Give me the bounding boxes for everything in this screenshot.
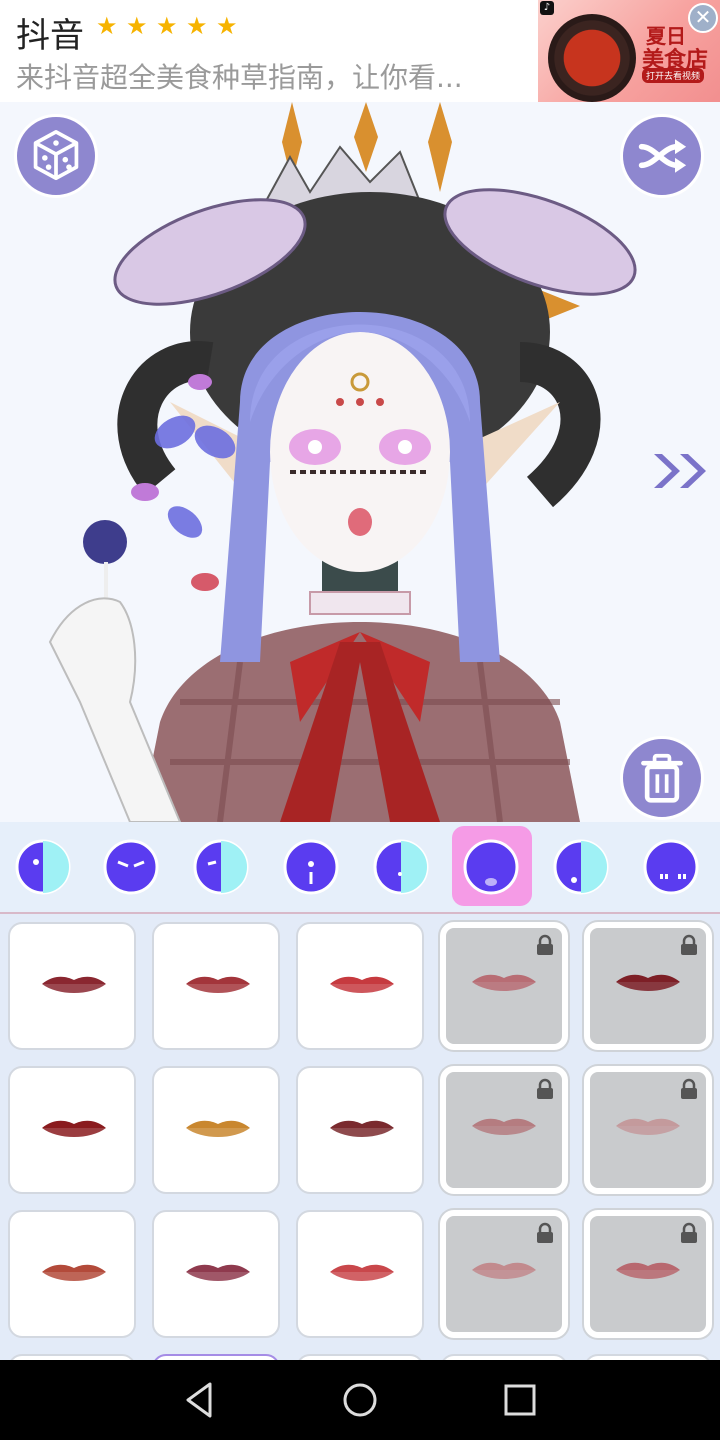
lock-icon	[681, 1078, 697, 1099]
ad-description: 来抖音超全美食种草指南，让你看...	[16, 61, 463, 94]
rating-stars: ★ ★ ★ ★ ★	[96, 14, 240, 38]
lock-icon	[681, 934, 697, 955]
star-icon: ★	[156, 12, 178, 40]
lips-icon	[186, 976, 250, 993]
lips-icon	[616, 1118, 680, 1135]
double-chevron-right-icon[interactable]	[650, 450, 710, 492]
mouth-option[interactable]	[8, 1066, 136, 1194]
home-circle-icon[interactable]	[338, 1378, 382, 1422]
avatar-illustration	[48, 102, 637, 822]
tab-chin[interactable]	[552, 838, 610, 896]
lips-icon	[472, 1262, 536, 1279]
lips-icon	[42, 1120, 106, 1137]
trash-icon	[641, 753, 683, 803]
lips-icon	[616, 974, 680, 991]
mouth-option[interactable]	[296, 922, 424, 1050]
ad-thumb-cta: 打开去看视频	[642, 68, 705, 83]
back-triangle-icon[interactable]	[178, 1378, 222, 1422]
ad-app-name: 抖音	[16, 16, 84, 56]
locked-mouth-option[interactable]	[584, 922, 712, 1050]
mouth-option[interactable]	[152, 922, 280, 1050]
mouth-option[interactable]	[8, 1210, 136, 1338]
lips-icon	[330, 976, 394, 993]
tab-face-half[interactable]	[14, 838, 72, 896]
locked-mouth-option[interactable]	[584, 1066, 712, 1194]
tab-mouth[interactable]	[462, 838, 520, 896]
locked-mouth-option[interactable]	[584, 1210, 712, 1338]
mouth-options-grid	[0, 914, 720, 1360]
mouth-option[interactable]	[8, 922, 136, 1050]
recents-square-icon[interactable]	[498, 1378, 542, 1422]
lock-icon	[681, 1222, 697, 1243]
tiktok-logo-icon: ♪	[540, 1, 554, 15]
star-icon: ★	[216, 12, 238, 40]
lips-icon	[42, 976, 106, 993]
lips-icon	[330, 1264, 394, 1281]
tab-eyes[interactable]	[192, 838, 250, 896]
lips-icon	[42, 1264, 106, 1281]
locked-mouth-option[interactable]	[440, 1210, 568, 1338]
food-plate-image	[548, 14, 636, 102]
system-nav-bar	[0, 1360, 720, 1440]
shuffle-icon	[638, 139, 687, 173]
delete-button[interactable]	[620, 736, 704, 820]
lips-icon	[472, 1118, 536, 1135]
mouth-option[interactable]	[296, 1210, 424, 1338]
close-icon[interactable]: ✕	[688, 3, 718, 33]
lock-icon	[537, 1222, 553, 1243]
star-icon: ★	[186, 12, 208, 40]
locked-mouth-option[interactable]	[440, 922, 568, 1050]
dice-icon	[33, 130, 79, 181]
lips-icon	[186, 1264, 250, 1281]
avatar-stage	[0, 102, 720, 822]
tab-blush[interactable]	[372, 838, 430, 896]
mouth-option[interactable]	[296, 1066, 424, 1194]
random-dice-button[interactable]	[14, 114, 98, 198]
star-icon: ★	[126, 12, 148, 40]
mouth-option[interactable]	[152, 1066, 280, 1194]
lips-icon	[186, 1120, 250, 1137]
tab-eyebrows[interactable]	[102, 838, 160, 896]
mouth-option[interactable]	[152, 1210, 280, 1338]
lock-icon	[537, 1078, 553, 1099]
tab-nose[interactable]	[282, 838, 340, 896]
ad-banner[interactable]: 抖音 ★ ★ ★ ★ ★ 来抖音超全美食种草指南，让你看... ♪ 夏日 美食店…	[0, 0, 720, 102]
lips-icon	[616, 1262, 680, 1279]
category-tab-bar	[0, 822, 720, 912]
star-icon: ★	[96, 12, 118, 40]
shuffle-button[interactable]	[620, 114, 704, 198]
tab-face-marks[interactable]	[642, 838, 700, 896]
lips-icon	[472, 974, 536, 991]
lock-icon	[537, 934, 553, 955]
lips-icon	[330, 1120, 394, 1137]
locked-mouth-option[interactable]	[440, 1066, 568, 1194]
